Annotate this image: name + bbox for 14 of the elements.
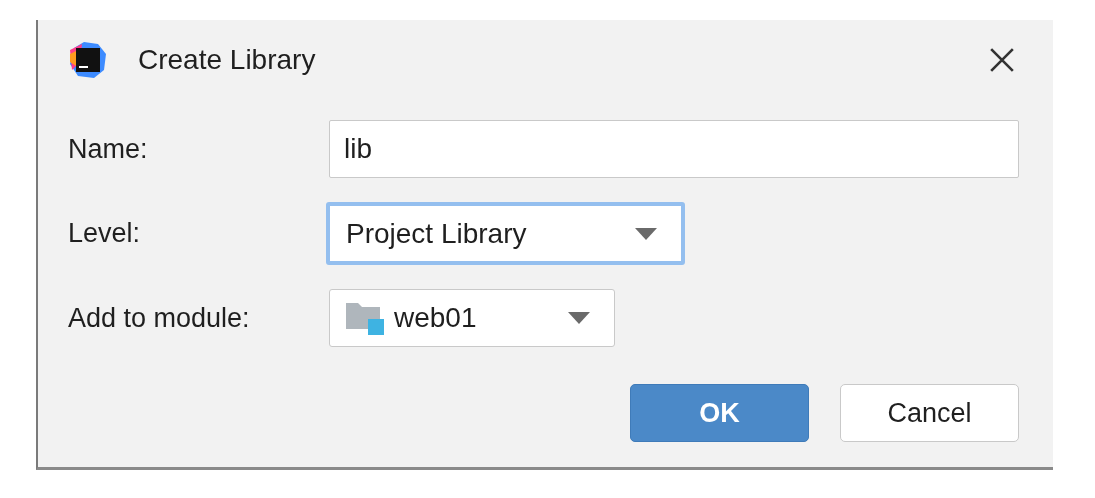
- module-folder-icon: [346, 301, 384, 335]
- field-label: Name:: [68, 133, 149, 165]
- name-field[interactable]: lib: [329, 120, 1019, 178]
- field-label: Add to module:: [68, 302, 251, 334]
- module-dropdown[interactable]: web01: [329, 289, 615, 347]
- caret-icon: [635, 227, 657, 240]
- cancel-button[interactable]: Cancel: [840, 384, 1019, 442]
- level-dropdown[interactable]: Project Library: [326, 202, 685, 265]
- window-title: Create Library: [138, 44, 317, 76]
- caret-icon: [568, 312, 590, 324]
- field-label: Level:: [68, 218, 142, 249]
- close-icon[interactable]: [989, 47, 1015, 73]
- ok-button[interactable]: OK: [630, 384, 809, 442]
- ide-logo-icon: [68, 40, 108, 80]
